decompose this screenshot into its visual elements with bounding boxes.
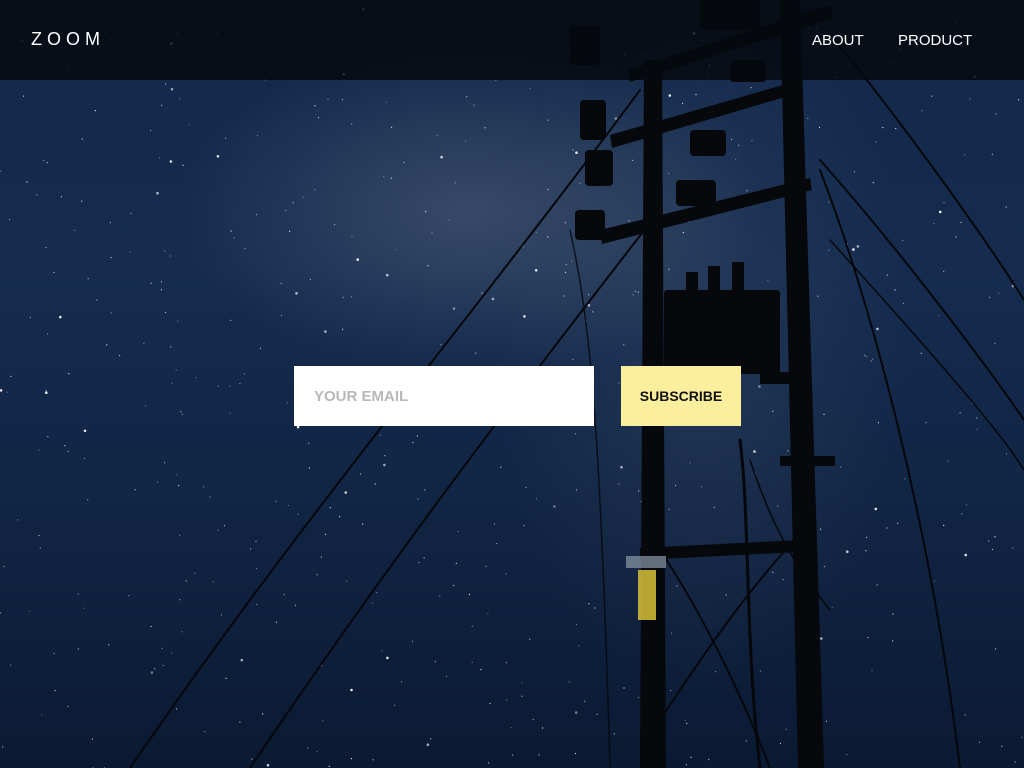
top-navbar: ZOOM ABOUT PRODUCT: [0, 0, 1024, 80]
nav-product-link[interactable]: PRODUCT: [898, 32, 972, 49]
nav-about-link[interactable]: ABOUT: [812, 32, 864, 49]
email-input[interactable]: [294, 366, 594, 426]
subscribe-button[interactable]: SUBSCRIBE: [621, 366, 741, 426]
logo[interactable]: ZOOM: [31, 29, 105, 50]
